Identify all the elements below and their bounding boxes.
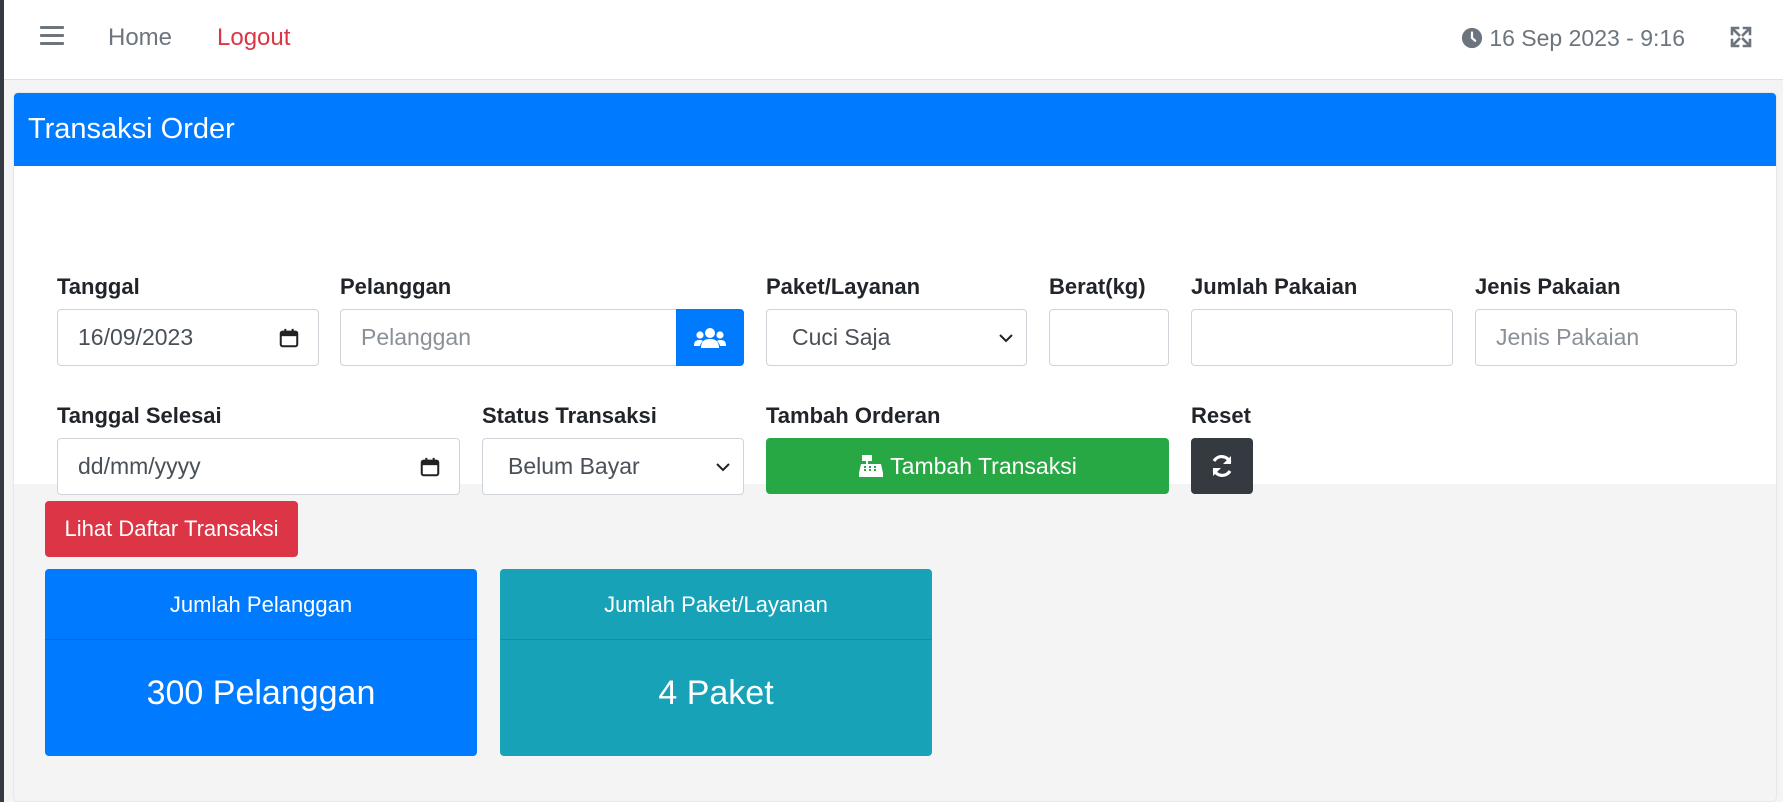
label-tanggal-selesai: Tanggal Selesai [57, 403, 222, 428]
stat-value: 4 Paket [658, 674, 774, 712]
stat-title: Jumlah Paket/Layanan [500, 569, 932, 640]
refresh-icon [1212, 455, 1232, 477]
jenis-pakaian-placeholder: Jenis Pakaian [1496, 324, 1640, 350]
label-tambah-orderan: Tambah Orderan [766, 403, 941, 428]
stat-jumlah-paket: Jumlah Paket/Layanan 4 Paket [500, 569, 932, 756]
clock-text: 16 Sep 2023 - 9:16 [1489, 25, 1685, 51]
label-tanggal: Tanggal [57, 274, 140, 299]
stat-title: Jumlah Pelanggan [45, 569, 477, 640]
summary-area: Lihat Daftar Transaksi Jumlah Pelanggan … [14, 484, 1776, 801]
clock-icon [1462, 27, 1483, 49]
calendar-icon[interactable] [278, 327, 300, 349]
berat-input[interactable] [1049, 309, 1169, 366]
card-title: Transaksi Order [14, 93, 1776, 166]
clock-display: 16 Sep 2023 - 9:16 [1461, 24, 1685, 52]
label-jumlah-pakaian: Jumlah Pakaian [1191, 274, 1358, 299]
tanggal-value: 16/09/2023 [78, 324, 194, 350]
label-berat: Berat(kg) [1049, 274, 1146, 299]
tambah-transaksi-label: Tambah Transaksi [890, 452, 1077, 479]
jenis-pakaian-input[interactable]: Jenis Pakaian [1475, 309, 1737, 366]
label-jenis-pakaian: Jenis Pakaian [1475, 274, 1621, 299]
nav-home-link[interactable]: Home [108, 24, 172, 52]
pelanggan-input[interactable]: Pelanggan [340, 309, 677, 366]
label-reset: Reset [1191, 403, 1251, 428]
pelanggan-placeholder: Pelanggan [361, 324, 471, 350]
label-pelanggan: Pelanggan [340, 274, 452, 299]
chevron-down-icon [999, 334, 1013, 343]
order-form: Tanggal Pelanggan Paket/Layanan Berat(kg… [14, 166, 1776, 495]
paket-select[interactable]: Cuci Saja [766, 309, 1027, 366]
sidebar-edge [0, 0, 4, 802]
lihat-daftar-transaksi-button[interactable]: Lihat Daftar Transaksi [45, 501, 298, 557]
top-navbar: Home Logout 16 Sep 2023 - 9:16 [4, 0, 1783, 80]
tanggal-date-input[interactable]: 16/09/2023 [57, 309, 319, 366]
status-selected: Belum Bayar [508, 453, 640, 479]
label-status-transaksi: Status Transaksi [482, 403, 657, 428]
menu-toggle-icon[interactable] [40, 26, 64, 50]
fullscreen-icon[interactable] [1729, 25, 1753, 49]
stat-jumlah-pelanggan: Jumlah Pelanggan 300 Pelanggan [45, 569, 477, 756]
tanggal-selesai-placeholder: dd/mm/yyyy [78, 453, 201, 479]
pelanggan-search-button[interactable] [676, 309, 744, 366]
order-card: Transaksi Order Tanggal Pelanggan Paket/… [14, 93, 1776, 801]
stat-value: 300 Pelanggan [146, 674, 376, 712]
chevron-down-icon [716, 463, 730, 472]
label-paket: Paket/Layanan [766, 274, 921, 299]
calendar-icon[interactable] [419, 456, 441, 478]
nav-logout-link[interactable]: Logout [217, 24, 290, 52]
cash-register-icon [859, 455, 884, 477]
paket-selected: Cuci Saja [792, 324, 891, 350]
users-icon [694, 327, 726, 348]
jumlah-pakaian-input[interactable] [1191, 309, 1453, 366]
